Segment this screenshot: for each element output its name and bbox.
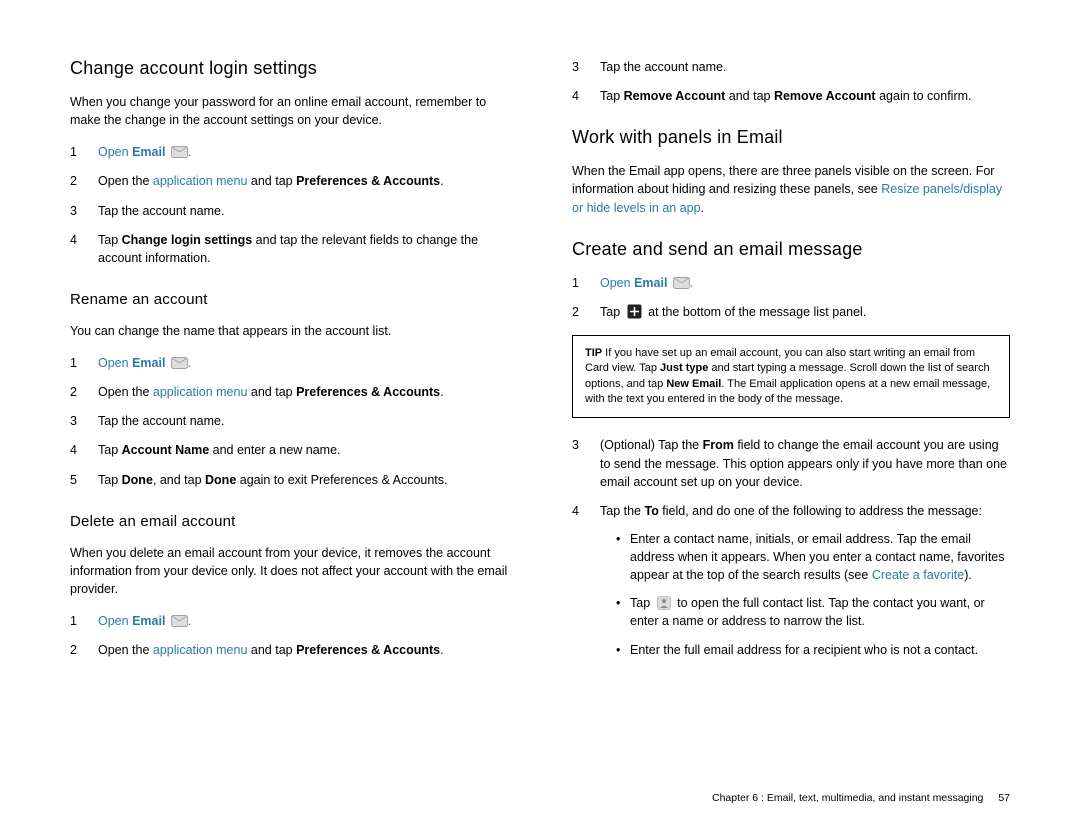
heading-panels: Work with panels in Email (572, 127, 1010, 148)
para-rename: You can change the name that appears in … (70, 322, 508, 340)
step-2: 2 Tap at the bottom of the message list … (572, 303, 1010, 321)
heading-rename: Rename an account (70, 291, 508, 308)
heading-change-login: Change account login settings (70, 58, 508, 79)
step-3: 3 Tap the account name. (70, 412, 508, 430)
contacts-icon (657, 596, 671, 610)
steps-create: 1 Open Email . 2 Tap at the bottom of th… (572, 274, 1010, 321)
heading-create-send: Create and send an email message (572, 239, 1010, 260)
step-1: 1 Open Email . (572, 274, 1010, 292)
mail-icon (171, 146, 188, 158)
steps-create-cont: 3 (Optional) Tap the From field to chang… (572, 436, 1010, 520)
mail-icon (171, 615, 188, 627)
step-1: 1 Open Email . (70, 612, 508, 630)
step-2: 2 Open the application menu and tap Pref… (70, 641, 508, 659)
address-bullets: • Enter a contact name, initials, or ema… (616, 530, 1010, 659)
bullet-2: • Tap to open the full contact list. Tap… (616, 594, 1010, 630)
bullet-3: • Enter the full email address for a rec… (616, 641, 1010, 659)
footer-chapter: Chapter 6 : Email, text, multimedia, and… (712, 792, 983, 804)
step-3: 3 Tap the account name. (70, 202, 508, 220)
step-4: 4 Tap Account Name and enter a new name. (70, 441, 508, 459)
step-1: 1 Open Email . (70, 354, 508, 372)
para-delete: When you delete an email account from yo… (70, 544, 508, 598)
page-footer: Chapter 6 : Email, text, multimedia, and… (712, 792, 1010, 804)
steps-delete-continued: 3 Tap the account name. 4 Tap Remove Acc… (572, 58, 1010, 105)
para-change-login: When you change your password for an onl… (70, 93, 508, 129)
steps-change-login: 1 Open Email . 2 Open the application me… (70, 143, 508, 267)
two-column-layout: Change account login settings When you c… (70, 58, 1010, 673)
mail-icon (673, 277, 690, 289)
footer-page-number: 57 (998, 792, 1010, 804)
step-4: 4 Tap Remove Account and tap Remove Acco… (572, 87, 1010, 105)
steps-delete: 1 Open Email . 2 Open the application me… (70, 612, 508, 659)
tip-callout: TIP If you have set up an email account,… (572, 335, 1010, 419)
step-3: 3 (Optional) Tap the From field to chang… (572, 436, 1010, 490)
step-1: 1 Open Email . (70, 143, 508, 161)
left-column: Change account login settings When you c… (70, 58, 508, 673)
step-4: 4 Tap the To field, and do one of the fo… (572, 502, 1010, 520)
step-4: 4 Tap Change login settings and tap the … (70, 231, 508, 267)
bullet-1: • Enter a contact name, initials, or ema… (616, 530, 1010, 584)
compose-icon (627, 304, 642, 319)
para-panels: When the Email app opens, there are thre… (572, 162, 1010, 216)
steps-rename: 1 Open Email . 2 Open the application me… (70, 354, 508, 489)
step-5: 5 Tap Done, and tap Done again to exit P… (70, 471, 508, 489)
step-2: 2 Open the application menu and tap Pref… (70, 383, 508, 401)
right-column: 3 Tap the account name. 4 Tap Remove Acc… (572, 58, 1010, 673)
mail-icon (171, 357, 188, 369)
heading-delete: Delete an email account (70, 513, 508, 530)
step-2: 2 Open the application menu and tap Pref… (70, 172, 508, 190)
step-3: 3 Tap the account name. (572, 58, 1010, 76)
